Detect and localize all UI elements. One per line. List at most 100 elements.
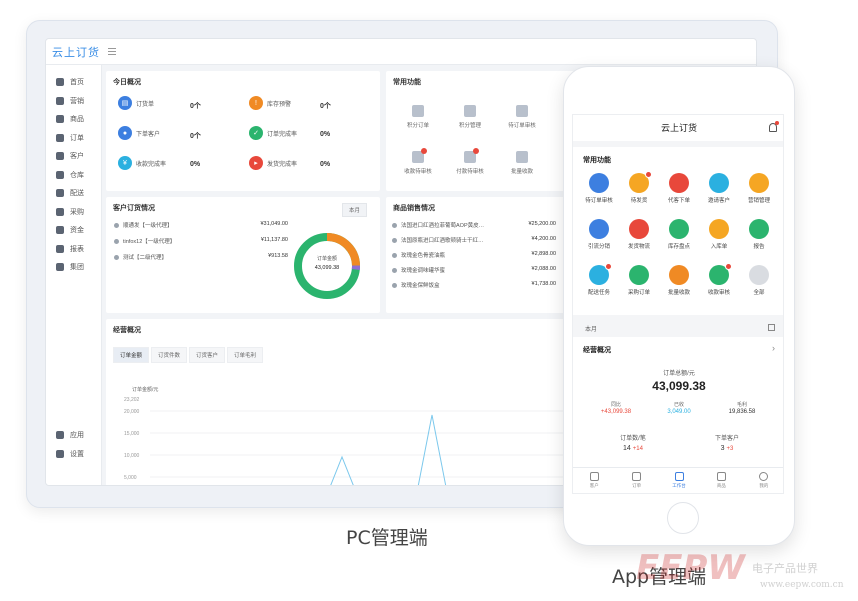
menu-toggle-icon[interactable] <box>108 48 116 55</box>
app-function-item[interactable]: 采购订单 <box>619 265 659 296</box>
tab-order-profit[interactable]: 订单毛利 <box>227 347 264 363</box>
dot-icon <box>392 267 397 273</box>
app-function-item[interactable]: 待发货 <box>619 171 659 204</box>
stat-shipping-completion[interactable]: ▸ 发货完成率 <box>249 156 297 170</box>
product-amount: ¥2,088.00 <box>531 266 556 272</box>
stage: 云上订货 首页 营销 商品 订单 客户 仓库 配送 采购 资金 报表 集团 应用… <box>0 0 858 601</box>
sidebar-item-group[interactable]: 集团 <box>46 258 101 277</box>
sidebar-item-settings[interactable]: 设置 <box>46 445 102 464</box>
stat-order-completion[interactable]: ✓ 订单完成率 <box>249 126 297 140</box>
month-select[interactable]: 本月 <box>342 203 368 217</box>
app-function-item[interactable]: 配送任务 <box>579 263 619 296</box>
stat-stock-alert[interactable]: ! 库存预警 <box>249 96 291 110</box>
app-function-label: 发货物流 <box>627 244 650 250</box>
badge <box>645 171 652 178</box>
sidebar-item-delivery[interactable]: 配送 <box>46 184 101 203</box>
sidebar-item-customers[interactable]: 客户 <box>46 147 101 166</box>
nav-products[interactable]: 商品 <box>700 468 742 493</box>
func-order-review[interactable]: 待订单审核 <box>500 105 544 129</box>
stat-ordering-customers-value: 0个 <box>190 133 201 140</box>
stat-ordering-customers[interactable]: ● 下单客户 <box>118 126 160 140</box>
func-payment-review[interactable]: 付款待审核 <box>448 148 492 175</box>
orders-icon <box>56 133 64 142</box>
order-complete-icon: ✓ <box>249 126 263 140</box>
sidebar-item-warehouse[interactable]: 仓库 <box>46 166 101 185</box>
customer-nav-icon <box>589 472 599 481</box>
warehouse-icon <box>56 170 64 179</box>
stat-order-count[interactable]: ▤ 订货单 <box>118 96 154 110</box>
workbench-nav-icon <box>674 472 684 481</box>
app-function-icon <box>709 173 729 193</box>
app-function-item[interactable]: 批量收款 <box>659 265 699 296</box>
orders-delta: +14 <box>632 446 643 452</box>
bell-icon[interactable] <box>769 121 779 132</box>
donut-label: 订单金额 <box>316 256 337 262</box>
func-points-order[interactable]: 积分订单 <box>396 105 440 129</box>
sidebar-item-funds[interactable]: 资金 <box>46 221 101 240</box>
app-function-label: 代客下单 <box>667 198 690 204</box>
product-row: 法国进口红酒拉菲葡萄AOP黄皮… <box>392 221 484 229</box>
customer-row: tinfox12【一级代理】 <box>114 237 175 245</box>
app-function-item[interactable]: 入库单 <box>699 219 739 250</box>
product-row: 法国原瓶进口红酒歌顿骑士干红… <box>392 236 484 244</box>
app-bottom-nav: 客户 订单 工作台 商品 我的 <box>573 467 783 493</box>
dot-icon <box>114 254 119 260</box>
receipt-review-icon <box>412 148 427 163</box>
apps-icon <box>56 431 64 440</box>
purchase-icon <box>56 207 64 216</box>
app-function-item[interactable]: 邀请客户 <box>699 173 739 204</box>
sidebar-item-purchase[interactable]: 采购 <box>46 203 101 222</box>
stat-shipping-completion-value: 0% <box>320 161 331 168</box>
app-function-icon <box>589 263 612 285</box>
total-label: 订单总额/元 <box>663 371 695 377</box>
func-receipt-review[interactable]: 收款待审核 <box>396 148 440 175</box>
app-function-item[interactable]: 待订单审核 <box>579 173 619 204</box>
app-common-title: 常用功能 <box>583 157 611 164</box>
chart-ytick: 10,000 <box>124 453 140 459</box>
dot-icon <box>114 238 119 244</box>
received-label: 已收 <box>673 402 684 408</box>
tab-order-amount[interactable]: 订单金额 <box>113 347 150 363</box>
orders-value: 14 <box>623 445 631 452</box>
phone-home-button <box>667 502 699 534</box>
tab-order-customers[interactable]: 订货客户 <box>189 347 226 363</box>
tab-order-quantity[interactable]: 订货件数 <box>151 347 188 363</box>
home-icon <box>56 78 64 87</box>
app-function-item[interactable]: 发货物流 <box>619 219 659 250</box>
nav-workbench[interactable]: 工作台 <box>658 468 700 493</box>
app-function-item[interactable]: 代客下单 <box>659 173 699 204</box>
sidebar-bottom: 应用 设置 <box>46 426 102 463</box>
payment-icon: ¥ <box>118 156 132 170</box>
func-batch-receipt[interactable]: 批量收款 <box>500 151 544 175</box>
sidebar-item-apps[interactable]: 应用 <box>46 426 102 445</box>
app-function-item[interactable]: 收款审核 <box>699 263 739 296</box>
order-icon: ▤ <box>118 96 132 110</box>
operations-tabs: 订单金额 订货件数 订货客户 订单毛利 <box>113 347 265 363</box>
app-function-item[interactable]: 报告 <box>739 219 779 250</box>
funds-icon <box>56 226 64 235</box>
func-points-manage[interactable]: 积分管理 <box>448 105 492 129</box>
sidebar-item-products[interactable]: 商品 <box>46 110 101 129</box>
customers-delta: +3 <box>726 446 734 452</box>
products-icon <box>56 115 64 124</box>
app-function-item[interactable]: 库存盘点 <box>659 219 699 250</box>
chevron-right-icon[interactable]: › <box>772 343 775 353</box>
app-function-label: 入库单 <box>710 244 728 250</box>
sidebar-item-reports[interactable]: 报表 <box>46 240 101 259</box>
app-function-item[interactable]: 全部 <box>739 265 779 296</box>
donut-value: 43,099.38 <box>314 265 340 271</box>
nav-me[interactable]: 我的 <box>743 468 783 493</box>
nav-customers[interactable]: 客户 <box>573 468 615 493</box>
calendar-icon[interactable] <box>768 324 775 331</box>
badge <box>421 148 427 154</box>
sidebar-item-home[interactable]: 首页 <box>46 73 101 92</box>
app-function-item[interactable]: 引流分销 <box>579 219 619 250</box>
sidebar-item-marketing[interactable]: 营销 <box>46 92 101 111</box>
nav-orders[interactable]: 订单 <box>615 468 657 493</box>
stat-payment-completion[interactable]: ¥ 收款完成率 <box>118 156 166 170</box>
product-sales-title: 商品销售情况 <box>393 205 435 212</box>
app-function-icon <box>629 265 649 285</box>
watermark-text: 电子产品世界 <box>752 562 818 575</box>
app-function-item[interactable]: 营销管理 <box>739 173 779 204</box>
sidebar-item-orders[interactable]: 订单 <box>46 129 101 148</box>
